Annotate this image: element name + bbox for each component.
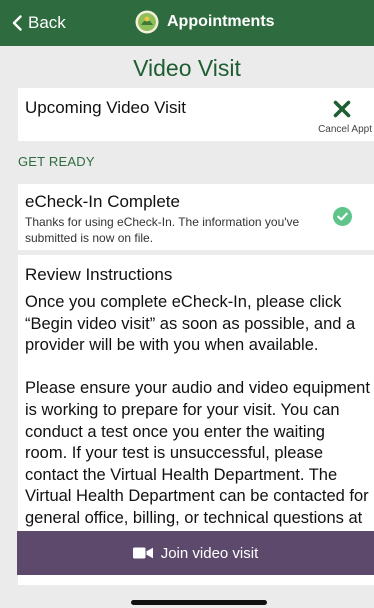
chevron-left-icon	[12, 15, 22, 31]
logo-icon	[135, 10, 159, 34]
echeck-title: eCheck-In Complete	[25, 192, 180, 211]
cancel-appointment-label: Cancel Appt	[318, 124, 372, 135]
cancel-appointment-button[interactable]: Cancel Appt	[308, 96, 374, 136]
check-circle-icon	[333, 207, 352, 226]
nav-title-text: Appointments	[167, 13, 275, 30]
join-video-visit-label: Join video visit	[160, 544, 259, 562]
top-nav-bar: Back Appointments	[0, 0, 374, 46]
section-header-get-ready: GET READY	[18, 154, 95, 169]
instructions-paragraph: Once you complete eCheck-In, please clic…	[25, 293, 356, 355]
join-video-visit-button[interactable]: Join video visit	[17, 531, 374, 575]
home-indicator	[131, 600, 267, 605]
upcoming-visit-card: Upcoming Video Visit Cancel Appt	[18, 88, 374, 141]
video-camera-icon	[132, 547, 153, 559]
nav-title: Appointments	[135, 10, 275, 34]
back-label: Back	[28, 13, 66, 32]
upcoming-visit-label: Upcoming Video Visit	[25, 98, 186, 117]
close-icon	[333, 100, 351, 118]
back-button[interactable]: Back	[12, 13, 66, 33]
echeck-card: eCheck-In Complete Thanks for using eChe…	[18, 184, 374, 250]
page-title: Video Visit	[133, 55, 241, 81]
instructions-heading: Review Instructions	[25, 265, 173, 284]
echeck-description: Thanks for using eCheck-In. The informat…	[25, 215, 300, 245]
